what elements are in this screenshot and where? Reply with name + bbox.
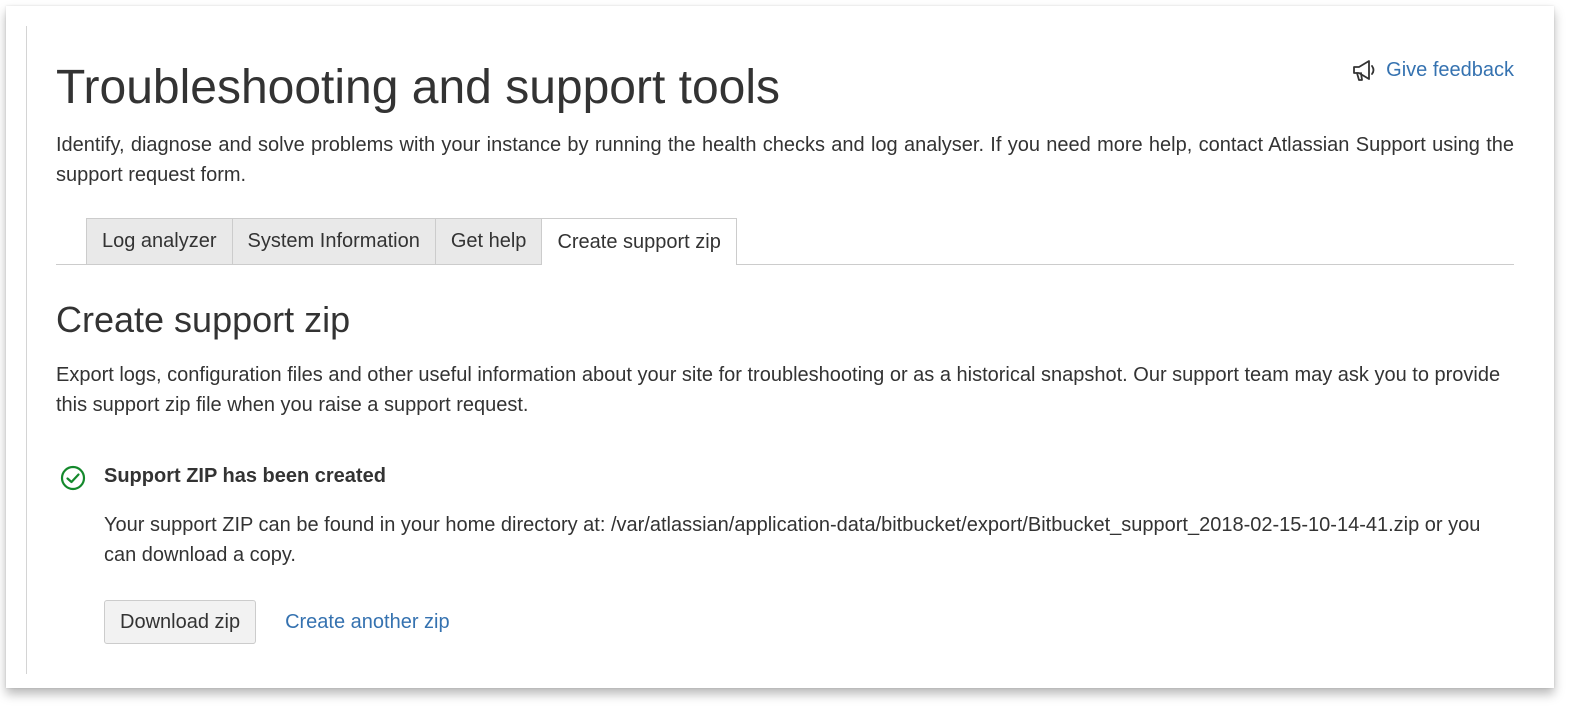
success-actions: Download zip Create another zip [104,600,450,644]
page-title: Troubleshooting and support tools [56,61,781,114]
download-zip-button[interactable]: Download zip [104,600,257,644]
left-divider [26,26,27,674]
tab-get-help[interactable]: Get help [434,218,543,264]
success-title: Support ZIP has been created [104,465,386,487]
page-card: Troubleshooting and support tools Give f… [6,6,1554,688]
success-body: Your support ZIP can be found in your ho… [104,514,1481,566]
check-circle-icon [60,465,86,496]
give-feedback-label: Give feedback [1386,58,1514,81]
page-intro: Identify, diagnose and solve problems wi… [56,134,1514,186]
screenshot-canvas: Troubleshooting and support tools Give f… [0,0,1586,726]
tab-bar: Log analyzer System Information Get help… [56,218,1514,265]
megaphone-icon [1352,58,1378,82]
tab-create-support-zip[interactable]: Create support zip [541,218,737,265]
tab-log-analyzer[interactable]: Log analyzer [86,218,233,264]
section-description: Export logs, configuration files and oth… [56,364,1501,416]
create-another-zip-link[interactable]: Create another zip [285,611,450,634]
tab-list: Log analyzer System Information Get help… [86,218,737,265]
section-title: Create support zip [56,299,351,340]
tab-system-information[interactable]: System Information [231,218,436,264]
give-feedback-link[interactable]: Give feedback [1352,58,1514,82]
